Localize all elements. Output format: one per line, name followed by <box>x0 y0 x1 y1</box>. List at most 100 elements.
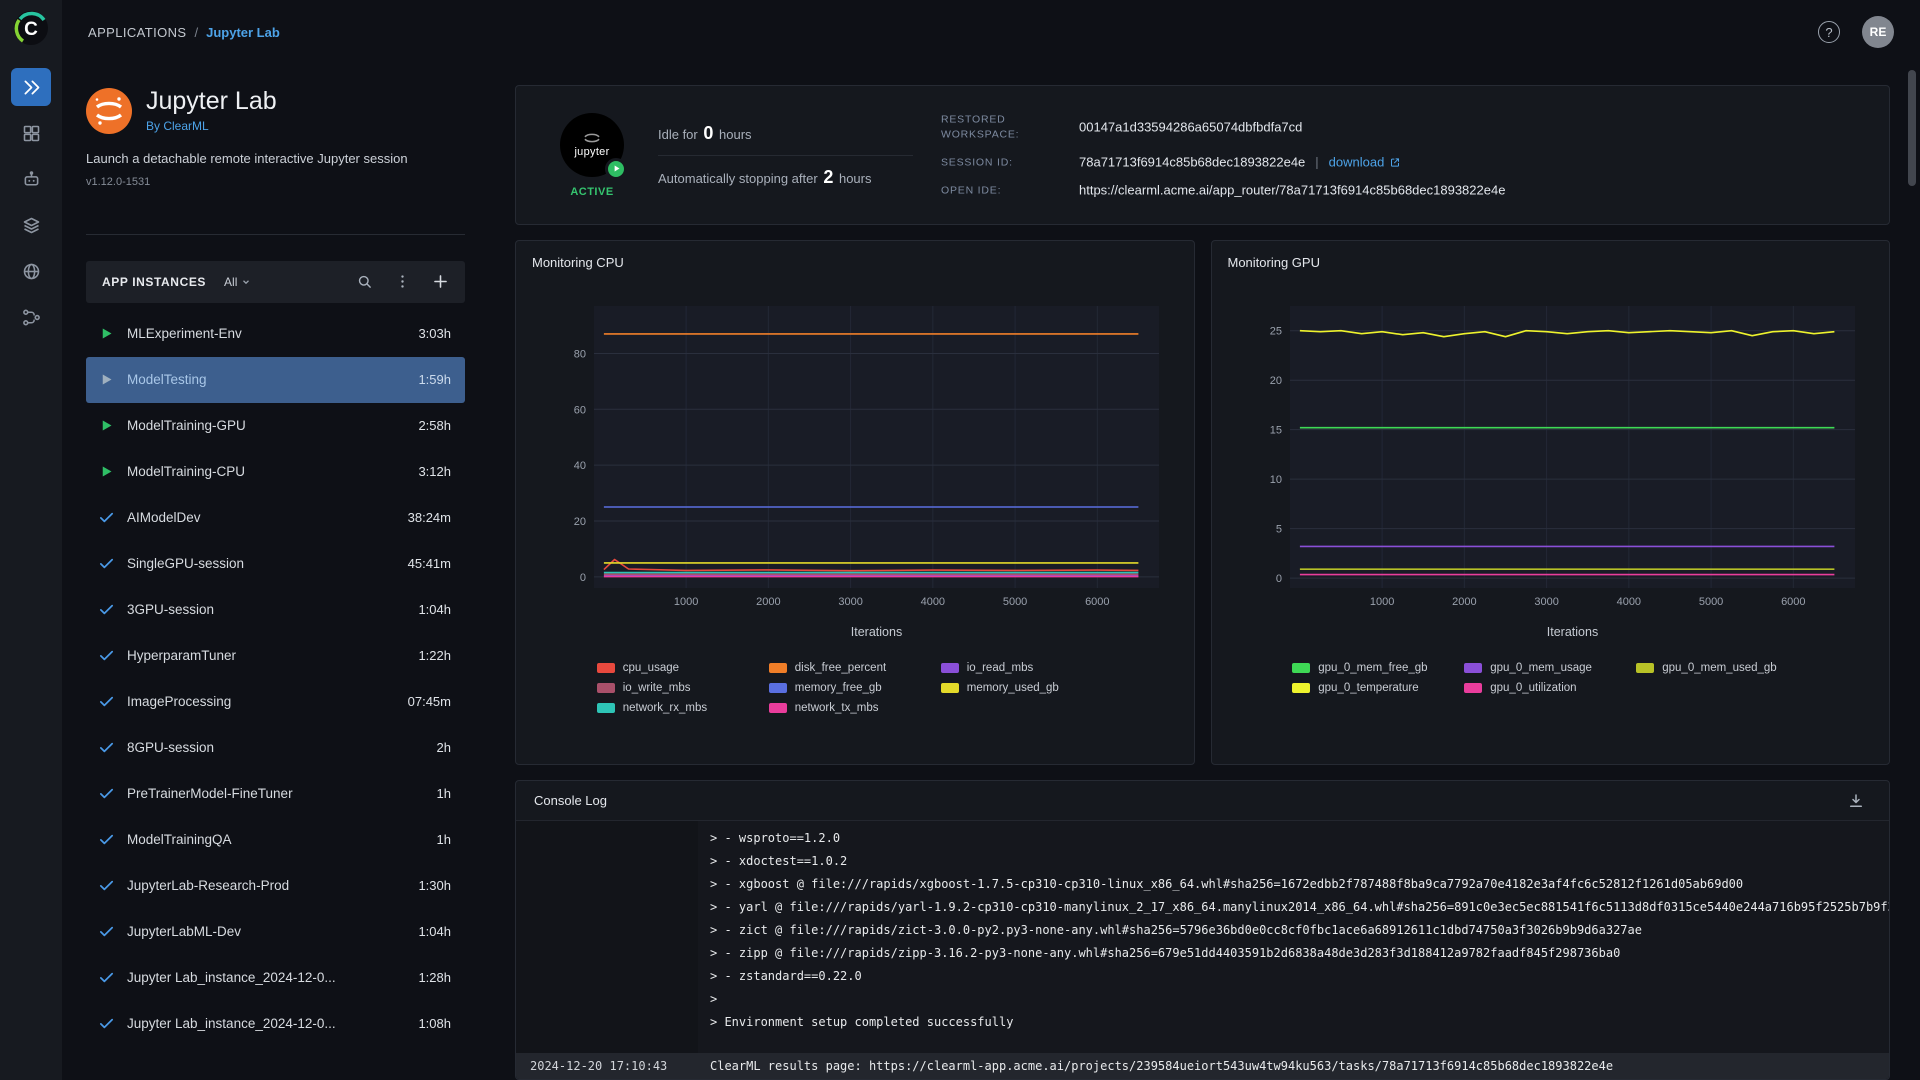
legend-item[interactable]: io_read_mbs <box>940 662 1113 674</box>
check-icon <box>98 601 115 618</box>
instance-row[interactable]: 8GPU-session 2h <box>86 725 465 771</box>
byline-link[interactable]: By ClearML <box>146 119 209 133</box>
svg-text:6000: 6000 <box>1781 596 1805 608</box>
legend-label: memory_used_gb <box>966 682 1059 694</box>
legend-swatch <box>768 663 787 673</box>
legend-item[interactable]: gpu_0_mem_free_gb <box>1292 662 1464 674</box>
legend-item[interactable]: memory_free_gb <box>768 682 941 694</box>
legend-item[interactable]: gpu_0_utilization <box>1464 682 1636 694</box>
legend-item[interactable]: cpu_usage <box>596 662 769 674</box>
legend-item[interactable]: gpu_0_mem_used_gb <box>1636 662 1808 674</box>
instance-duration: 1:22h <box>418 648 451 663</box>
legend-swatch <box>596 703 615 713</box>
instances-filter-dropdown[interactable]: All <box>224 275 251 289</box>
legend-item[interactable]: gpu_0_mem_usage <box>1464 662 1636 674</box>
instance-row[interactable]: Jupyter Lab_instance_2024-12-0... 1:08h <box>86 1001 465 1047</box>
instance-row[interactable]: ModelTesting 1:59h <box>86 356 465 403</box>
console-body[interactable]: > - wsproto==1.2.0 > - xdoctest==1.0.2 > -… <box>516 821 1889 1079</box>
breadcrumb-applications[interactable]: APPLICATIONS <box>88 25 186 40</box>
instance-row[interactable]: AIModelDev 38:24m <box>86 495 465 541</box>
legend-swatch <box>596 683 615 693</box>
svg-text:6000: 6000 <box>1085 596 1109 608</box>
top-bar: APPLICATIONS / Jupyter Lab ? RE <box>62 0 1920 64</box>
cpu-chart-legend: cpu_usage disk_free_percent io_read_mbs io_… <box>596 658 1113 718</box>
more-options-button[interactable] <box>387 267 417 297</box>
svg-text:10: 10 <box>1269 474 1281 486</box>
app-description: Launch a detachable remote interactive J… <box>86 150 408 166</box>
instance-row[interactable]: SingleGPU-session 45:41m <box>86 541 465 587</box>
breadcrumb-current: Jupyter Lab <box>206 24 280 40</box>
check-icon <box>98 785 115 802</box>
console-timestamp: 2024-12-20 17:10:43 <box>530 1059 668 1073</box>
nav-datasets[interactable] <box>11 206 51 244</box>
session-id-value: 78a71713f6914c85b68dec1893822e4e | downloa… <box>1079 155 1505 170</box>
jupyter-logo <box>86 88 132 134</box>
legend-label: gpu_0_temperature <box>1318 682 1419 694</box>
search-button[interactable] <box>349 267 379 297</box>
instance-name: ImageProcessing <box>127 694 232 709</box>
instance-row[interactable]: JupyterLabML-Dev 1:04h <box>86 909 465 955</box>
instance-row[interactable]: ModelTraining-GPU 2:58h <box>86 403 465 449</box>
chevron-down-icon <box>243 279 250 284</box>
panel-divider <box>86 233 465 235</box>
legend-item[interactable]: gpu_0_temperature <box>1292 682 1464 694</box>
layers-icon <box>23 217 39 233</box>
console-line: > - zict @ file:///rapids/zict-3.0.0-py2… <box>710 923 1642 937</box>
avatar[interactable]: RE <box>1862 16 1894 48</box>
svg-text:1000: 1000 <box>1369 596 1393 608</box>
instance-name: AIModelDev <box>127 510 201 525</box>
nav-pipelines[interactable] <box>11 298 51 336</box>
instance-row[interactable]: HyperparamTuner 1:22h <box>86 633 465 679</box>
instance-name: HyperparamTuner <box>127 648 237 663</box>
nav-orchestration[interactable] <box>11 252 51 290</box>
download-link[interactable]: download <box>1329 155 1402 170</box>
nav-bots[interactable] <box>11 160 51 198</box>
instance-row[interactable]: MLExperiment-Env 3:03h <box>86 311 465 357</box>
svg-text:2000: 2000 <box>1452 596 1476 608</box>
svg-text:5: 5 <box>1275 524 1281 536</box>
legend-label: gpu_0_mem_used_gb <box>1662 662 1777 674</box>
instances-list: MLExperiment-Env 3:03h ModelTesting 1:59h Mo… <box>86 303 465 1047</box>
instance-row[interactable]: 3GPU-session 1:04h <box>86 587 465 633</box>
legend-item[interactable]: disk_free_percent <box>768 662 941 674</box>
instance-row[interactable]: PreTrainerModel-FineTuner 1h <box>86 771 465 817</box>
legend-item[interactable]: memory_used_gb <box>940 682 1113 694</box>
check-icon <box>98 739 115 756</box>
console-line: > - xdoctest==1.0.2 <box>710 854 848 868</box>
nav-applications[interactable] <box>11 68 51 106</box>
plus-icon <box>433 275 447 288</box>
nav-projects[interactable] <box>11 114 51 152</box>
gpu-chart-title: Monitoring GPU <box>1227 255 1320 270</box>
console-results-link[interactable]: ClearML results page: https://clearml-ap… <box>698 1059 1613 1073</box>
console-line: > <box>710 992 718 1006</box>
instance-row[interactable]: Jupyter Lab_instance_2024-12-0... 1:28h <box>86 955 465 1001</box>
page-scrollbar[interactable] <box>1908 66 1916 1076</box>
instance-row[interactable]: JupyterLab-Research-Prod 1:30h <box>86 863 465 909</box>
scrollbar-thumb[interactable] <box>1908 70 1916 186</box>
add-instance-button[interactable] <box>425 267 455 297</box>
svg-text:80: 80 <box>574 348 586 360</box>
help-icon[interactable]: ? <box>1818 21 1840 43</box>
cpu-monitoring-card: Monitoring CPU 1000 2000 3000 4000 5000 6000 0… <box>515 240 1195 765</box>
app-side-panel: Jupyter Lab By ClearML Launch a detachab… <box>86 64 465 1080</box>
restored-workspace-label: RESTORED WORKSPACE: <box>941 113 1020 140</box>
svg-text:Iterations: Iterations <box>1546 625 1597 639</box>
instance-duration: 3:03h <box>418 326 451 341</box>
clearml-logo[interactable]: C <box>11 8 51 48</box>
check-icon <box>98 969 115 986</box>
svg-text:5000: 5000 <box>1003 596 1027 608</box>
console-lines: > - wsproto==1.2.0 > - xdoctest==1.0.2 > -… <box>698 827 1889 1034</box>
legend-item[interactable]: io_write_mbs <box>596 682 769 694</box>
legend-item[interactable]: network_rx_mbs <box>596 702 769 714</box>
legend-swatch <box>1292 663 1311 673</box>
gpu-chart-legend: gpu_0_mem_free_gb gpu_0_mem_usage gpu_0_me… <box>1292 658 1808 698</box>
console-title: Console Log <box>534 793 607 808</box>
legend-swatch <box>1464 683 1483 693</box>
instance-row[interactable]: ImageProcessing 07:45m <box>86 679 465 725</box>
download-log-button[interactable] <box>1841 786 1871 816</box>
instance-name: 8GPU-session <box>127 740 215 755</box>
instance-row[interactable]: ModelTraining-CPU 3:12h <box>86 449 465 495</box>
instance-row[interactable]: ModelTrainingQA 1h <box>86 817 465 863</box>
cpu-chart-plot: 1000 2000 3000 4000 5000 6000 0 20 40 60 80 Iterati… <box>574 306 1159 639</box>
legend-item[interactable]: network_tx_mbs <box>768 702 941 714</box>
